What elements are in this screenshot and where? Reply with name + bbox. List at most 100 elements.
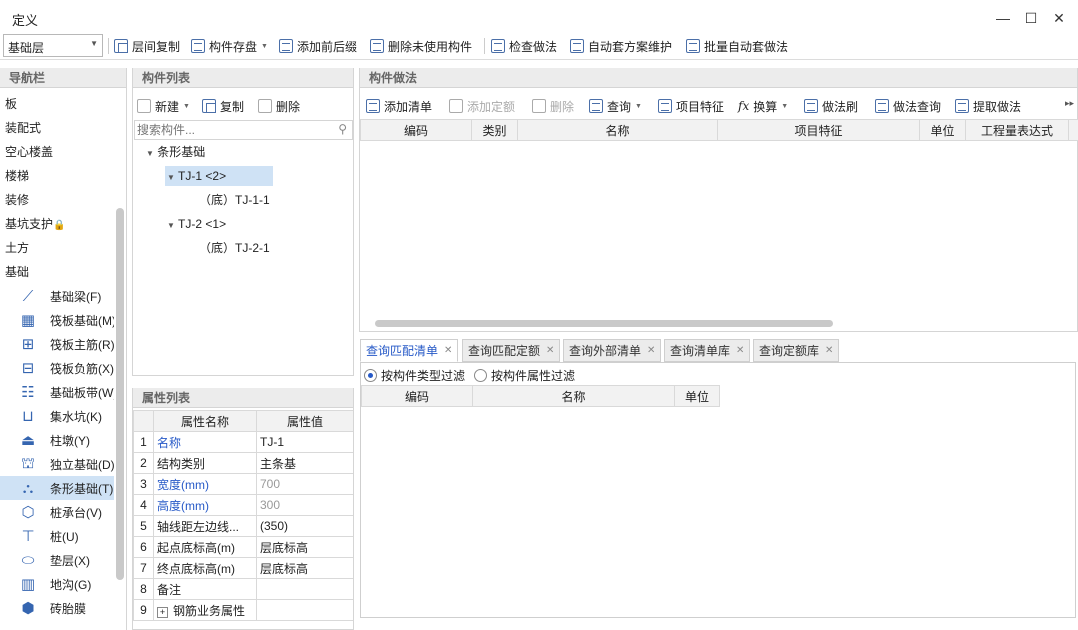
tree-node-tj2-1[interactable]: （底）TJ-2-1 <box>199 238 270 258</box>
query-table: 编码 名称 单位 <box>361 385 720 407</box>
table-row[interactable]: 4 高度(mm) 300 <box>133 494 353 516</box>
close-icon[interactable]: ✕ <box>647 345 655 356</box>
nav-sub-foundation-beam[interactable]: ⟋ 基础梁(F) <box>0 284 114 308</box>
close-icon[interactable]: ✕ <box>546 345 554 356</box>
delete-component-button[interactable]: 删除 <box>258 96 300 116</box>
nav-item-hollow-floor[interactable]: 空心楼盖 <box>5 140 115 164</box>
add-list-button[interactable]: 添加清单 <box>366 96 432 116</box>
extract-method-button[interactable]: 提取做法 <box>955 96 1021 116</box>
method-brush-button[interactable]: 做法刷 <box>804 96 858 116</box>
nav-item-earthwork[interactable]: 土方 <box>5 236 115 260</box>
method-query-button[interactable]: 做法查询 <box>875 96 941 116</box>
tree-root[interactable]: ▼ 条形基础 <box>146 142 205 162</box>
nav-sub-sump[interactable]: ⊔ 集水坑(K) <box>0 404 114 428</box>
table-row[interactable]: 8 备注 <box>133 578 353 600</box>
close-icon[interactable]: ✕ <box>825 345 833 356</box>
nav-sub-raft-main-rebar[interactable]: ⊞ 筏板主筋(R) <box>0 332 114 356</box>
expand-icon[interactable]: + <box>157 606 168 618</box>
col-type: 类别 <box>471 119 518 141</box>
nav-sub-pier[interactable]: ⏏ 柱墩(Y) <box>0 428 114 452</box>
tab-match-quota[interactable]: 查询匹配定额 ✕ <box>462 339 560 362</box>
query-icon <box>589 99 603 113</box>
more-icon[interactable]: ▸▸ <box>1065 98 1074 109</box>
auto-scheme-button[interactable]: 自动套方案维护 <box>570 36 672 56</box>
col-code: 编码 <box>360 119 472 141</box>
nav-sub-raft-neg-rebar[interactable]: ⊟ 筏板负筋(X) <box>0 356 114 380</box>
tree-node-tj2[interactable]: ▼ TJ-2 <1> <box>167 214 226 234</box>
check-icon <box>491 39 505 53</box>
add-list-icon <box>366 99 380 113</box>
collapse-icon[interactable]: ▼ <box>167 173 175 182</box>
save-component-button[interactable]: 构件存盘 ▼ <box>191 36 268 56</box>
nav-sub-pile-cap[interactable]: ⬡ 桩承台(V) <box>0 500 114 524</box>
add-prefix-button[interactable]: 添加前后缀 <box>279 36 357 56</box>
tab-list-library[interactable]: 查询清单库 ✕ <box>664 339 750 362</box>
check-method-button[interactable]: 检查做法 <box>491 36 557 56</box>
delete-unused-button[interactable]: 删除未使用构件 <box>370 36 472 56</box>
function-icon: fx <box>738 99 750 113</box>
search-input[interactable] <box>135 121 325 139</box>
nav-item-stairs[interactable]: 楼梯 <box>5 164 115 188</box>
copy-component-button[interactable]: 复制 <box>202 96 244 116</box>
batch-auto-button[interactable]: 批量自动套做法 <box>686 36 788 56</box>
collapse-icon[interactable]: ▼ <box>167 221 175 230</box>
nav-sub-brick-mold[interactable]: ⬢ 砖胎膜 <box>0 596 114 620</box>
nav-sub-trench[interactable]: ▥ 地沟(G) <box>0 572 114 596</box>
tab-external-list[interactable]: 查询外部清单 ✕ <box>563 339 661 362</box>
main-rebar-icon: ⊞ <box>21 336 35 353</box>
radio-icon[interactable] <box>474 369 487 382</box>
nav-sub-strip-footing[interactable]: ⛬ 条形基础(T) <box>0 476 114 500</box>
search-icon[interactable]: ⚲ <box>338 122 347 136</box>
method-hscrollbar[interactable] <box>375 320 833 327</box>
nav-sub-pile[interactable]: ⊤ 桩(U) <box>0 524 114 548</box>
add-quota-button[interactable]: 添加定额 <box>449 96 515 116</box>
copy-floor-button[interactable]: 层间复制 <box>114 36 180 56</box>
col-attr-value: 属性值 <box>256 410 353 432</box>
scheme-icon <box>570 39 584 53</box>
collapse-icon[interactable]: ▼ <box>146 149 154 158</box>
query-panel: 按构件类型过滤 按构件属性过滤 编码 名称 单位 <box>360 362 1076 618</box>
trench-icon: ▥ <box>20 576 36 593</box>
close-icon[interactable]: ✕ <box>444 345 452 356</box>
table-row[interactable]: 7 终点底标高(m) 层底标高 <box>133 557 353 579</box>
new-component-button[interactable]: 新建 ▼ <box>137 96 190 116</box>
nav-item-pit-support[interactable]: 基坑支护🔒 <box>5 212 115 236</box>
table-row[interactable]: 2 结构类别 主条基 <box>133 452 353 474</box>
chevron-down-icon: ▼ <box>183 102 190 110</box>
tree-node-tj1[interactable]: ▼ TJ-1 <2> <box>165 166 273 186</box>
table-row[interactable]: 1 名称 TJ-1 <box>133 431 353 453</box>
minimize-button[interactable]: — <box>991 8 1015 28</box>
table-row[interactable]: 5 轴线距左边线... (350) <box>133 515 353 537</box>
tree-node-tj1-1[interactable]: （底）TJ-1-1 <box>199 190 270 210</box>
component-search[interactable]: ⚲ <box>134 120 353 140</box>
nav-sub-raft[interactable]: ▦ 筏板基础(M) <box>0 308 114 332</box>
nav-sub-slab-strip[interactable]: ☷ 基础板带(W) <box>0 380 114 404</box>
nav-sub-cushion[interactable]: ⬭ 垫层(X) <box>0 548 114 572</box>
item-feature-button[interactable]: 项目特征 <box>658 96 724 116</box>
tab-quota-library[interactable]: 查询定额库 ✕ <box>753 339 839 362</box>
delete-method-button[interactable]: 删除 <box>532 96 574 116</box>
filter-attr-radio[interactable]: 按构件属性过滤 <box>474 367 575 384</box>
nav-item-decoration[interactable]: 装修 <box>5 188 115 212</box>
filter-type-radio[interactable]: 按构件类型过滤 <box>364 367 465 384</box>
convert-button[interactable]: fx 换算 ▼ <box>738 96 788 116</box>
chevron-down-icon: ▼ <box>781 102 789 110</box>
tab-match-list[interactable]: 查询匹配清单 ✕ <box>360 339 458 362</box>
strip-icon: ☷ <box>21 384 35 401</box>
radio-selected-icon[interactable] <box>364 369 377 382</box>
close-icon[interactable]: ✕ <box>736 345 744 356</box>
nav-item-slab[interactable]: 板 <box>5 92 115 116</box>
sump-icon: ⊔ <box>22 408 34 425</box>
close-button[interactable]: ✕ <box>1047 8 1071 28</box>
floor-select[interactable]: 基础层 ▼ <box>3 34 103 57</box>
table-row[interactable]: 3 宽度(mm) 700 <box>133 473 353 495</box>
nav-scrollbar[interactable] <box>116 208 124 580</box>
nav-item-foundation[interactable]: 基础 <box>5 260 115 284</box>
table-row[interactable]: 9 + 钢筋业务属性 <box>133 599 353 621</box>
query-button[interactable]: 查询 ▼ <box>589 96 642 116</box>
nav-item-prefab[interactable]: 装配式 <box>5 116 115 140</box>
maximize-button[interactable]: ☐ <box>1019 8 1043 28</box>
table-row[interactable]: 6 起点底标高(m) 层底标高 <box>133 536 353 558</box>
col-name: 名称 <box>472 385 675 407</box>
nav-sub-isolated-footing[interactable]: ⛫ 独立基础(D) <box>0 452 114 476</box>
